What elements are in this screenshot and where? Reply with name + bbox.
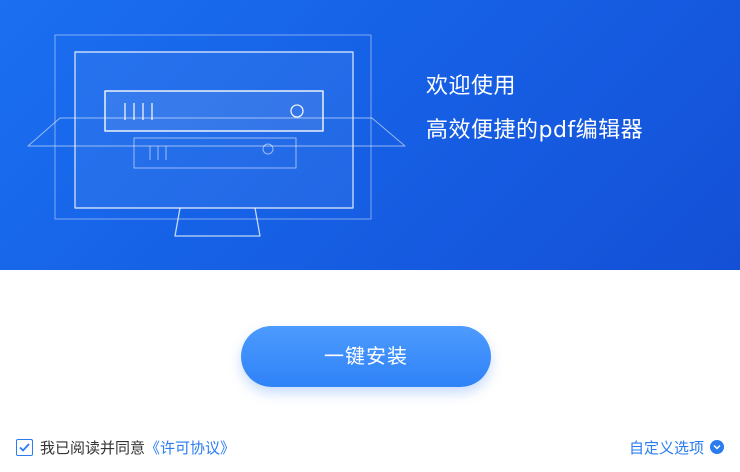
- checkmark-icon: [19, 442, 30, 452]
- license-agreement-link[interactable]: 《许可协议》: [145, 437, 235, 458]
- chevron-down-icon: [710, 440, 724, 454]
- one-click-install-button[interactable]: 一键安装: [241, 326, 491, 387]
- installer-window: 欢迎使用 高效便捷的pdf编辑器 一键安装 我已阅读并同意 《许可协议》 自定义…: [0, 0, 740, 472]
- custom-options-toggle[interactable]: 自定义选项: [629, 436, 724, 458]
- hero-banner: 欢迎使用 高效便捷的pdf编辑器: [0, 0, 740, 270]
- agreement-label: 我已阅读并同意: [40, 438, 146, 457]
- agreement-checkbox[interactable]: [16, 438, 33, 456]
- agreement-row: 我已阅读并同意 《许可协议》: [16, 436, 235, 458]
- custom-options-label: 自定义选项: [628, 438, 704, 457]
- tagline-text: 高效便捷的pdf编辑器: [426, 118, 644, 143]
- welcome-text: 欢迎使用: [426, 74, 517, 99]
